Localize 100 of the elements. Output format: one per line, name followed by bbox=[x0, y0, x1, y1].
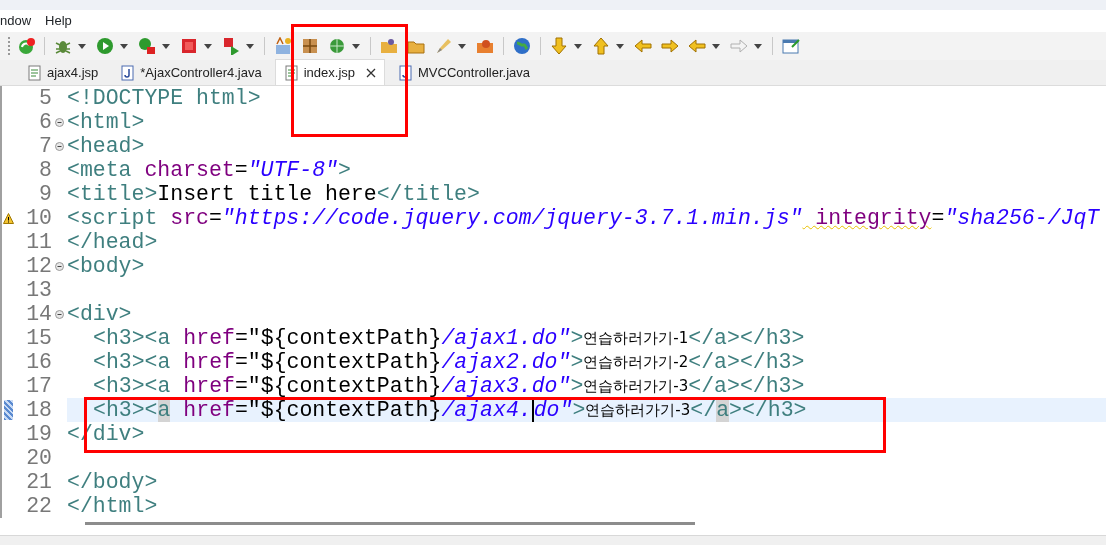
code-tag: </a></h3> bbox=[688, 326, 805, 350]
code-string: "https://code.jquery.com/jquery-3.7.1.min.js" bbox=[221, 206, 803, 230]
editor-tab[interactable]: *AjaxController4.java bbox=[111, 59, 271, 85]
code-attribute: integrity bbox=[814, 206, 932, 230]
code-attribute: charset bbox=[143, 158, 235, 182]
caret-icon[interactable] bbox=[120, 43, 128, 49]
code-string: "sha256-/JqT bbox=[944, 206, 1100, 230]
code-attribute: href bbox=[182, 326, 235, 350]
line-number: 13 bbox=[25, 278, 52, 302]
code-string: "UTF-8" bbox=[247, 158, 338, 182]
code-text: Insert title here bbox=[157, 182, 377, 206]
code-tag: </head> bbox=[67, 230, 158, 254]
code-text: "${contextPath} bbox=[247, 350, 442, 374]
code-tag: </html> bbox=[67, 494, 158, 518]
code-tag: </a></h3> bbox=[688, 350, 805, 374]
code-tag: </a></h3> bbox=[688, 374, 805, 398]
caret-icon[interactable] bbox=[712, 43, 720, 49]
collapse-icon[interactable] bbox=[55, 117, 64, 127]
code-tag: a bbox=[716, 398, 730, 422]
line-number: 14 bbox=[25, 302, 52, 326]
code-attribute: src bbox=[169, 206, 209, 230]
code-text: = bbox=[208, 206, 222, 230]
line-number: 11 bbox=[25, 230, 52, 254]
code-text: 연습하러가기-3 bbox=[583, 376, 689, 397]
code-tag: > bbox=[572, 398, 586, 422]
code-text: = bbox=[234, 374, 248, 398]
line-number: 16 bbox=[25, 350, 52, 374]
line-number: 20 bbox=[25, 446, 52, 470]
line-number: 17 bbox=[25, 374, 52, 398]
code-tag: <div> bbox=[67, 302, 132, 326]
code-tag: </body> bbox=[67, 470, 158, 494]
collapse-icon[interactable] bbox=[55, 141, 64, 151]
code-tag: <h3><a bbox=[93, 326, 171, 350]
line-number: 21 bbox=[25, 470, 52, 494]
code-tag: </ bbox=[690, 398, 717, 422]
line-number: 5 bbox=[38, 86, 52, 110]
code-text: = bbox=[931, 206, 945, 230]
warning-icon[interactable] bbox=[3, 212, 14, 224]
line-number: 22 bbox=[25, 494, 52, 518]
code-string: /ajax2.do" bbox=[441, 350, 571, 374]
code-tag: <h3>< bbox=[93, 398, 158, 422]
line-number: 9 bbox=[38, 182, 52, 206]
code-tag: > bbox=[337, 158, 351, 182]
line-number: 7 bbox=[38, 134, 52, 158]
code-string: /ajax4. bbox=[441, 398, 532, 422]
file-icon bbox=[283, 64, 299, 81]
code-tag: > bbox=[570, 350, 584, 374]
code-string: /ajax1.do" bbox=[441, 326, 571, 350]
code-text: "${contextPath} bbox=[247, 374, 442, 398]
code-tag: <title> bbox=[67, 182, 158, 206]
line-number: 15 bbox=[25, 326, 52, 350]
code-text: = bbox=[234, 326, 248, 350]
code-tag: <h3><a bbox=[93, 374, 171, 398]
collapse-icon[interactable] bbox=[55, 261, 64, 271]
line-number: 10 bbox=[25, 206, 52, 230]
code-text: = bbox=[234, 350, 248, 374]
file-icon bbox=[27, 64, 42, 81]
editor-tab[interactable]: ajax4.jsp bbox=[18, 59, 108, 85]
code-tag: ></h3> bbox=[729, 398, 807, 422]
java-file-icon bbox=[120, 64, 136, 81]
code-text: "${contextPath} bbox=[247, 398, 442, 422]
code-text: 연습하러가기-1 bbox=[583, 328, 689, 349]
code-tag: <head> bbox=[67, 134, 145, 158]
menu-item[interactable]: ndow bbox=[0, 11, 39, 31]
code-tag: <!DOCTYPE html> bbox=[67, 86, 261, 110]
line-number: 12 bbox=[25, 254, 52, 278]
caret-icon[interactable] bbox=[754, 43, 762, 49]
code-string: /ajax3.do" bbox=[441, 374, 571, 398]
caret-icon[interactable] bbox=[352, 43, 360, 49]
caret-icon[interactable] bbox=[616, 43, 624, 49]
code-text: = bbox=[234, 398, 248, 422]
editor-tab[interactable]: index.jsp bbox=[274, 59, 386, 85]
line-number: 19 bbox=[25, 422, 52, 446]
code-text: 연습하러가기-3 bbox=[585, 400, 691, 421]
caret-icon[interactable] bbox=[574, 43, 582, 49]
java-file-icon bbox=[398, 64, 414, 81]
code-attribute: href bbox=[182, 350, 235, 374]
code-string: do" bbox=[531, 398, 573, 422]
caret-icon[interactable] bbox=[458, 43, 466, 49]
scrollbar-thumb[interactable] bbox=[85, 522, 695, 525]
line-number: 6 bbox=[38, 110, 52, 134]
caret-icon[interactable] bbox=[246, 43, 254, 49]
collapse-icon[interactable] bbox=[55, 309, 64, 319]
code-tag: > bbox=[570, 326, 584, 350]
close-icon[interactable] bbox=[366, 67, 377, 78]
editor-tab[interactable]: MVCController.java bbox=[389, 59, 540, 85]
caret-icon[interactable] bbox=[78, 43, 86, 49]
caret-icon[interactable] bbox=[162, 43, 170, 49]
line-number: 8 bbox=[38, 158, 52, 182]
line-number: 18 bbox=[25, 398, 52, 422]
code-tag: <body> bbox=[67, 254, 145, 278]
code-tag: <meta bbox=[67, 158, 132, 182]
toolbar-grip[interactable] bbox=[8, 37, 11, 55]
caret-icon[interactable] bbox=[204, 43, 212, 49]
code-tag: <script bbox=[67, 206, 158, 230]
code-text: 연습하러가기-2 bbox=[583, 352, 689, 373]
code-attribute: href bbox=[182, 374, 235, 398]
menu-item[interactable]: Help bbox=[38, 11, 79, 31]
code-attribute: href bbox=[182, 398, 235, 422]
change-marker bbox=[4, 400, 13, 420]
